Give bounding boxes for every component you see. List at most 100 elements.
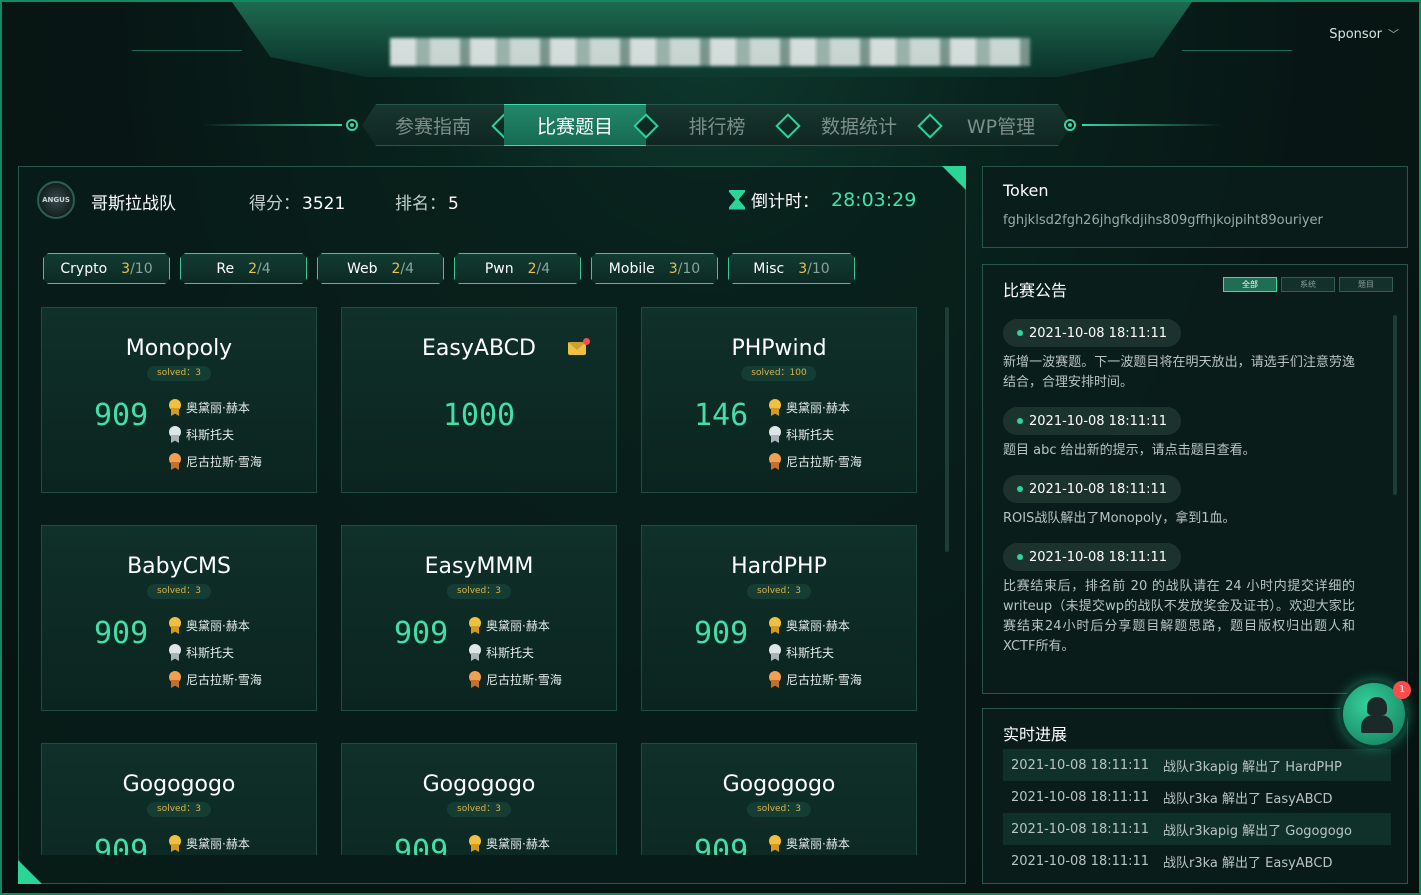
category-filter-crypto[interactable]: Crypto 3/10 — [43, 253, 170, 284]
silver-medal-icon — [768, 426, 782, 443]
gold-medal-icon — [768, 399, 782, 416]
category-count: 3/10 — [121, 261, 152, 277]
solver-name: 科斯托夫 — [186, 428, 235, 442]
solved-count-badge: solved：3 — [147, 802, 211, 817]
mail-notification-icon[interactable] — [568, 338, 590, 355]
solver-item: 奥黛丽·赫本 — [168, 835, 250, 852]
challenge-card[interactable]: BabyCMS solved：3 909 奥黛丽·赫本 科斯托夫 尼古拉斯·雪海 — [41, 525, 317, 711]
challenge-panel: ANGUS 哥斯拉战队 得分： 3521 排名： 5 倒计时： 28:03:29 C… — [18, 166, 966, 884]
challenge-title: Gogogogo — [122, 772, 236, 797]
solver-name: 科斯托夫 — [186, 646, 235, 660]
solver-item: 科斯托夫 — [168, 644, 262, 661]
tab-challenges[interactable]: 比赛题目 — [504, 104, 659, 146]
silver-medal-icon — [168, 644, 182, 661]
category-name: Pwn — [484, 260, 514, 277]
nav-line-left — [202, 124, 342, 126]
solver-item: 奥黛丽·赫本 — [768, 617, 862, 634]
tab-wp-management[interactable]: WP管理 — [930, 104, 1072, 146]
challenge-points: 909 — [94, 834, 149, 855]
announcement-time: 2021-10-08 18:11:11 — [1003, 319, 1182, 347]
announcement-item: 2021-10-08 18:11:11 比赛结束后，排名前 20 的战队请在 24… — [1003, 543, 1355, 657]
category-filters: Crypto 3/10 Re 2/4 Web 2/4 Pwn 2/4 Mobile 3/10 Mis… — [43, 253, 855, 284]
progress-text: 战队r3ka 解出了 EasyABCD — [1163, 855, 1333, 871]
category-solved: 3 — [668, 260, 678, 277]
category-name: Web — [346, 260, 378, 277]
countdown-label: 倒计时： — [751, 192, 819, 212]
corner-accent — [942, 166, 966, 190]
solver-name: 奥黛丽·赫本 — [786, 619, 850, 633]
solver-name: 奥黛丽·赫本 — [786, 837, 850, 851]
category-count: 3/10 — [669, 261, 700, 277]
challenge-title: EasyMMM — [424, 554, 534, 579]
tab-guide[interactable]: 参赛指南 — [362, 104, 504, 146]
category-filter-re[interactable]: Re 2/4 — [180, 253, 307, 284]
solver-list: 奥黛丽·赫本 科斯托夫 尼古拉斯·雪海 — [768, 617, 862, 688]
nav-dot-right — [1064, 119, 1076, 131]
category-filter-pwn[interactable]: Pwn 2/4 — [454, 253, 581, 284]
solver-name: 尼古拉斯·雪海 — [486, 673, 562, 687]
bronze-medal-icon — [768, 671, 782, 688]
category-filter-web[interactable]: Web 2/4 — [317, 253, 444, 284]
support-chat-button[interactable]: 1 — [1340, 680, 1411, 748]
notification-badge: 1 — [1393, 681, 1411, 699]
solver-item: 科斯托夫 — [468, 644, 562, 661]
solver-item: 奥黛丽·赫本 — [768, 835, 850, 852]
announcement-list: 2021-10-08 18:11:11 新增一波赛题。下一波题目将在明天放出，请选… — [1003, 319, 1355, 671]
filter-2[interactable]: 题目 — [1339, 277, 1393, 292]
solver-list: 奥黛丽·赫本 科斯托夫 尼古拉斯·雪海 — [768, 399, 862, 470]
challenge-title: Gogogogo — [722, 772, 836, 797]
announcement-scrollbar[interactable] — [1393, 315, 1397, 495]
sponsor-dropdown[interactable]: Sponsor ﹀ — [1329, 26, 1399, 42]
chevron-down-icon: ﹀ — [1388, 28, 1399, 41]
solver-item: 尼古拉斯·雪海 — [768, 671, 862, 688]
challenge-card[interactable]: HardPHP solved：3 909 奥黛丽·赫本 科斯托夫 尼古拉斯·雪海 — [641, 525, 917, 711]
agent-icon — [1361, 697, 1393, 733]
category-name: Re — [216, 260, 235, 277]
challenge-card[interactable]: EasyMMM solved：3 909 奥黛丽·赫本 科斯托夫 尼古拉斯·雪海 — [341, 525, 617, 711]
blurred-title — [390, 38, 1030, 66]
challenge-card[interactable]: PHPwind solved：100 146 奥黛丽·赫本 科斯托夫 尼古拉斯·雪海 — [641, 307, 917, 493]
solver-item: 奥黛丽·赫本 — [168, 617, 262, 634]
tab-statistics[interactable]: 数据统计 — [788, 104, 943, 146]
gold-medal-icon — [768, 835, 782, 852]
category-name: Misc — [753, 260, 785, 277]
category-filter-mobile[interactable]: Mobile 3/10 — [591, 253, 718, 284]
challenge-card[interactable]: Gogogogo solved：3 909 奥黛丽·赫本 — [641, 743, 917, 855]
challenge-card[interactable]: EasyABCD 1000 — [341, 307, 617, 493]
challenge-title: BabyCMS — [127, 554, 231, 579]
solver-name: 奥黛丽·赫本 — [486, 619, 550, 633]
category-solved: 3 — [798, 260, 808, 277]
challenge-points: 909 — [394, 616, 449, 651]
filter-0[interactable]: 全部 — [1223, 277, 1277, 292]
avatar-logo-text: ANGUS — [42, 196, 70, 204]
grid-scrollbar[interactable] — [945, 307, 949, 552]
solver-name: 尼古拉斯·雪海 — [786, 673, 862, 687]
bronze-medal-icon — [468, 671, 482, 688]
challenge-points: 909 — [694, 834, 749, 855]
solver-item: 奥黛丽·赫本 — [468, 617, 562, 634]
progress-time: 2021-10-08 18:11:11 — [1011, 821, 1150, 837]
challenge-card[interactable]: Gogogogo solved：3 909 奥黛丽·赫本 — [341, 743, 617, 855]
solver-name: 科斯托夫 — [786, 428, 835, 442]
solver-item: 奥黛丽·赫本 — [168, 399, 262, 416]
live-progress-panel: 实时进展 2021-10-08 18:11:11 战队r3kapig 解出了 Ha… — [982, 708, 1408, 884]
token-value[interactable]: fghjklsd2fgh26jhgfkdjihs809gffhjkojpiht8… — [1003, 213, 1323, 228]
bronze-medal-icon — [168, 671, 182, 688]
silver-medal-icon — [468, 644, 482, 661]
announcement-text: 新增一波赛题。下一波题目将在明天放出，请选手们注意劳逸结合，合理安排时间。 — [1003, 355, 1355, 390]
main-nav: 参赛指南 比赛题目 排行榜 数据统计 WP管理 — [362, 104, 1072, 146]
filter-1[interactable]: 系统 — [1281, 277, 1335, 292]
gold-medal-icon — [468, 835, 482, 852]
progress-time: 2021-10-08 18:11:11 — [1011, 757, 1150, 773]
tab-leaderboard[interactable]: 排行榜 — [646, 104, 801, 146]
countdown: 倒计时： 28:03:29 — [729, 187, 916, 213]
announcement-text: 比赛结束后，排名前 20 的战队请在 24 小时内提交详细的 writeup（未… — [1003, 579, 1355, 654]
category-filter-misc[interactable]: Misc 3/10 — [728, 253, 855, 284]
progress-row: 2021-10-08 18:11:11 战队r3ka 解出了 EasyABCD — [1003, 781, 1391, 813]
category-name: Mobile — [608, 260, 655, 277]
progress-row: 2021-10-08 18:11:11 战队r3kapig 解出了 HardPHP — [1003, 749, 1391, 781]
challenge-card[interactable]: Monopoly solved：3 909 奥黛丽·赫本 科斯托夫 尼古拉斯·雪海 — [41, 307, 317, 493]
live-progress-title: 实时进展 — [1003, 725, 1068, 744]
gold-medal-icon — [768, 617, 782, 634]
challenge-card[interactable]: Gogogogo solved：3 909 奥黛丽·赫本 — [41, 743, 317, 855]
